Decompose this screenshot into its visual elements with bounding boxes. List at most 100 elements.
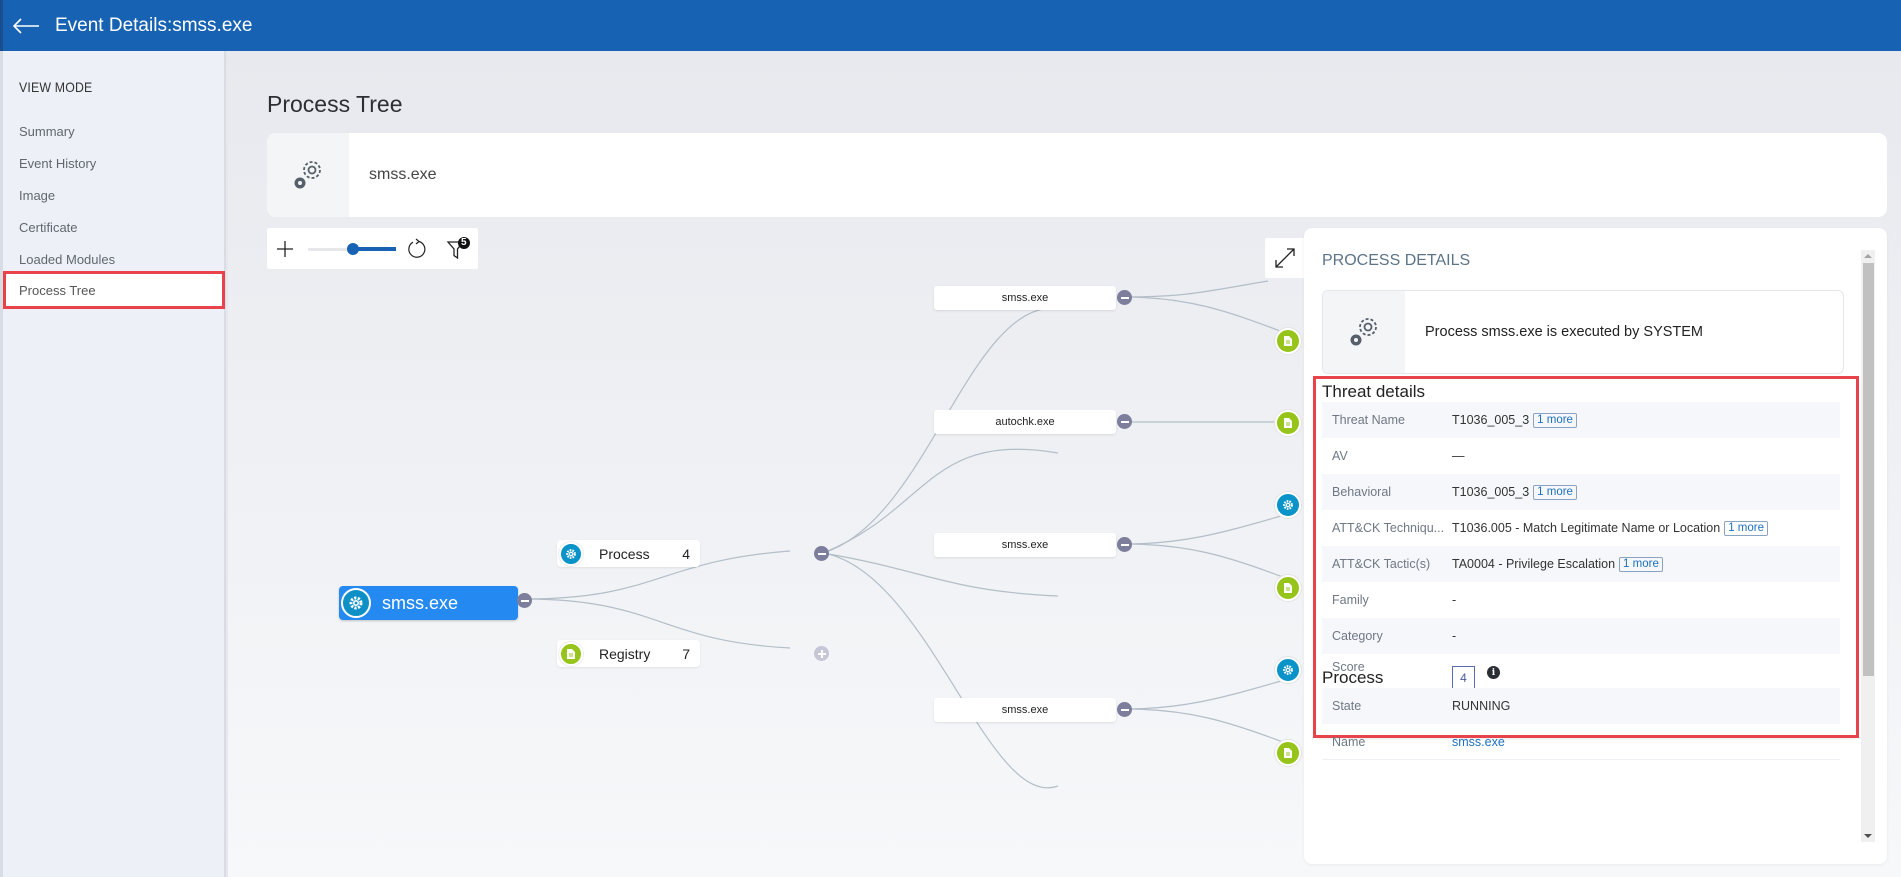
tree-child-node[interactable]: autochk.exe: [934, 410, 1116, 434]
gear-icon: [559, 541, 583, 566]
document-icon: [559, 641, 583, 666]
more-link[interactable]: 1 more: [1724, 520, 1768, 536]
edge-c3-b: [1123, 543, 1289, 580]
root-node-label: smss.exe: [382, 592, 459, 613]
row-value: TA0004 - Privilege Escalation: [1452, 557, 1616, 571]
group-label: Process: [599, 545, 650, 562]
sidebar-item-event-history[interactable]: Event History: [3, 147, 225, 179]
tree-root-node[interactable]: smss.exe: [339, 586, 518, 620]
process-name-link[interactable]: smss.exe: [1452, 735, 1505, 749]
document-icon[interactable]: [1275, 328, 1301, 354]
filter-button[interactable]: 5: [437, 228, 478, 269]
edge-process-child4: [822, 552, 1059, 789]
gear-icon: [341, 588, 371, 618]
threat-row: AV —: [1322, 438, 1840, 474]
edge-c4-a: [1123, 678, 1289, 710]
row-key: Category: [1332, 629, 1383, 643]
refresh-button[interactable]: [396, 228, 437, 269]
threat-row: ATT&CK Tactic(s) TA0004 - Privilege Esca…: [1322, 546, 1840, 582]
exec-summary-card: Process smss.exe is executed by SYSTEM: [1322, 290, 1844, 374]
scroll-up-arrow[interactable]: [1864, 254, 1872, 258]
process-details-heading: PROCESS DETAILS: [1322, 252, 1471, 269]
tree-child-node[interactable]: smss.exe: [934, 533, 1116, 557]
row-value: T1036.005 - Match Legitimate Name or Loc…: [1452, 521, 1721, 535]
document-icon[interactable]: [1275, 740, 1301, 766]
threat-row: Category -: [1322, 618, 1840, 654]
row-value: RUNNING: [1452, 699, 1511, 713]
main-content: Process Tree smss.exe 5 smss.exe Process…: [228, 51, 1901, 877]
child-collapse-toggle[interactable]: [1117, 537, 1132, 552]
info-icon[interactable]: i: [1487, 666, 1500, 679]
group-count: 4: [682, 545, 690, 562]
process-name: smss.exe: [369, 166, 437, 183]
row-key: Name: [1332, 734, 1366, 749]
row-value: -: [1452, 629, 1457, 643]
details-scrollbar[interactable]: [1861, 250, 1875, 842]
sidebar: VIEW MODE Summary Event History Image Ce…: [0, 51, 226, 877]
row-key: ATT&CK Techniqu...: [1332, 521, 1445, 535]
process-section-title: Process: [1322, 668, 1384, 687]
child-collapse-toggle[interactable]: [1117, 702, 1132, 717]
tree-child-node[interactable]: smss.exe: [934, 286, 1116, 310]
row-value: -: [1452, 593, 1457, 607]
threat-row: Family -: [1322, 582, 1840, 618]
sidebar-heading: VIEW MODE: [19, 79, 93, 95]
root-collapse-toggle[interactable]: [517, 593, 532, 608]
process-group-collapse-toggle[interactable]: [814, 546, 829, 561]
scrollbar-thumb[interactable]: [1863, 263, 1874, 676]
row-key: State: [1332, 699, 1362, 713]
row-key: Behavioral: [1332, 485, 1392, 499]
process-row: Name smss.exe: [1322, 724, 1840, 760]
tree-group-registry[interactable]: Registry 7: [557, 640, 700, 667]
row-value: T1036_005_3: [1452, 413, 1530, 427]
process-summary-card: smss.exe: [267, 133, 1887, 217]
row-key: AV: [1332, 449, 1348, 463]
edge-c3-a: [1123, 513, 1289, 545]
child-collapse-toggle[interactable]: [1117, 290, 1132, 305]
more-link[interactable]: 1 more: [1533, 412, 1577, 428]
plus-icon: [277, 240, 293, 257]
threat-row: Behavioral T1036_005_3 1 more: [1322, 474, 1840, 510]
group-label: Registry: [599, 645, 651, 662]
row-key: ATT&CK Tactic(s): [1332, 557, 1431, 571]
tree-child-node[interactable]: smss.exe: [934, 698, 1116, 722]
child-collapse-toggle[interactable]: [1117, 414, 1132, 429]
back-button[interactable]: [11, 11, 51, 41]
expand-icon: [1275, 248, 1295, 268]
gear-icon[interactable]: [1275, 492, 1301, 518]
gears-icon: [1350, 318, 1377, 346]
page-title: Process Tree: [267, 91, 403, 117]
expand-button[interactable]: [1265, 238, 1305, 278]
zoom-slider-handle[interactable]: [347, 242, 359, 255]
threat-details-title: Threat details: [1322, 382, 1425, 401]
process-row: State RUNNING: [1322, 688, 1840, 724]
sidebar-item-image[interactable]: Image: [3, 179, 225, 211]
zoom-in-button[interactable]: [270, 234, 300, 264]
top-bar: Event Details:smss.exe: [0, 0, 1901, 51]
row-key: Family: [1332, 593, 1369, 607]
registry-group-expand-toggle[interactable]: [814, 646, 829, 661]
row-key: Threat Name: [1332, 413, 1405, 427]
document-icon[interactable]: [1275, 575, 1301, 601]
row-value: —: [1452, 449, 1465, 463]
page-header-title: Event Details:smss.exe: [55, 14, 253, 36]
row-value: T1036_005_3: [1452, 485, 1530, 499]
more-link[interactable]: 1 more: [1619, 556, 1663, 572]
edge-process-child3: [822, 552, 1059, 597]
refresh-icon: [407, 238, 425, 258]
sidebar-item-certificate[interactable]: Certificate: [3, 211, 225, 243]
score-badge: 4: [1452, 666, 1475, 689]
more-link[interactable]: 1 more: [1533, 484, 1577, 500]
zoom-slider[interactable]: [308, 239, 408, 259]
gears-icon: [294, 161, 321, 189]
document-icon[interactable]: [1275, 410, 1301, 436]
sidebar-item-process-tree[interactable]: Process Tree: [3, 271, 225, 309]
sidebar-item-summary[interactable]: Summary: [3, 115, 225, 147]
threat-row: ATT&CK Techniqu... T1036.005 - Match Leg…: [1322, 510, 1840, 546]
edge-c1-a: [1123, 280, 1269, 298]
tree-group-process[interactable]: Process 4: [557, 540, 700, 567]
filter-count-badge: 5: [461, 237, 467, 248]
scroll-down-arrow[interactable]: [1864, 834, 1872, 838]
threat-row: Threat Name T1036_005_3 1 more: [1322, 402, 1840, 438]
gear-icon[interactable]: [1275, 657, 1301, 683]
